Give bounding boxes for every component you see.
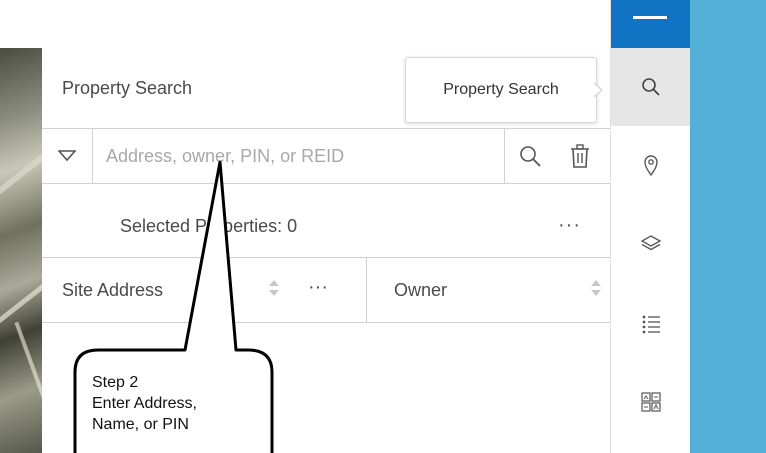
basemap-grid-icon bbox=[641, 392, 661, 412]
tool-sidebar bbox=[610, 0, 691, 453]
callout-line: Enter Address, bbox=[92, 395, 197, 412]
column-divider bbox=[366, 258, 367, 322]
sidebar-item-property-search[interactable] bbox=[611, 48, 691, 126]
search-icon bbox=[520, 146, 541, 167]
chevron-down-icon bbox=[58, 150, 76, 162]
sidebar-item-legend[interactable] bbox=[611, 285, 691, 363]
callout-text: Step 2 Enter Address, Name, or PIN bbox=[92, 372, 197, 435]
search-icon bbox=[642, 78, 660, 96]
sidebar-item-location[interactable] bbox=[611, 126, 691, 204]
more-options-button[interactable]: ··· bbox=[558, 214, 581, 237]
map-road bbox=[0, 270, 42, 331]
column-header-owner[interactable]: Owner bbox=[394, 280, 447, 301]
callout-line: Name, or PIN bbox=[92, 416, 189, 433]
sort-icon[interactable] bbox=[268, 278, 280, 298]
sidebar-item-layers[interactable] bbox=[611, 205, 691, 283]
selected-properties-count: Selected Properties: 0 bbox=[120, 216, 298, 236]
clear-button[interactable] bbox=[557, 129, 602, 183]
search-button[interactable] bbox=[504, 129, 555, 183]
map-view-edge[interactable] bbox=[0, 48, 42, 453]
search-input[interactable] bbox=[94, 129, 504, 183]
search-bar bbox=[42, 128, 610, 184]
tooltip: Property Search bbox=[405, 57, 597, 123]
list-icon bbox=[642, 315, 660, 334]
map-water-area[interactable] bbox=[690, 0, 766, 453]
sort-icon[interactable] bbox=[590, 278, 602, 298]
layers-icon bbox=[640, 235, 662, 251]
menu-toggle[interactable] bbox=[611, 0, 691, 48]
trash-icon bbox=[570, 144, 589, 168]
sidebar-item-basemaps[interactable] bbox=[611, 363, 691, 441]
location-pin-icon bbox=[644, 155, 658, 176]
map-road bbox=[14, 321, 42, 399]
map-road bbox=[0, 140, 42, 202]
column-options-button[interactable]: ··· bbox=[308, 276, 328, 299]
tooltip-arrow-inner bbox=[593, 83, 601, 97]
results-table-header: Site Address ··· Owner bbox=[42, 257, 610, 323]
column-header-site-address[interactable]: Site Address bbox=[62, 280, 163, 301]
search-source-dropdown[interactable] bbox=[42, 129, 93, 183]
panel-title: Property Search bbox=[62, 78, 193, 98]
callout-line: Step 2 bbox=[92, 374, 139, 391]
menu-icon bbox=[633, 16, 667, 19]
